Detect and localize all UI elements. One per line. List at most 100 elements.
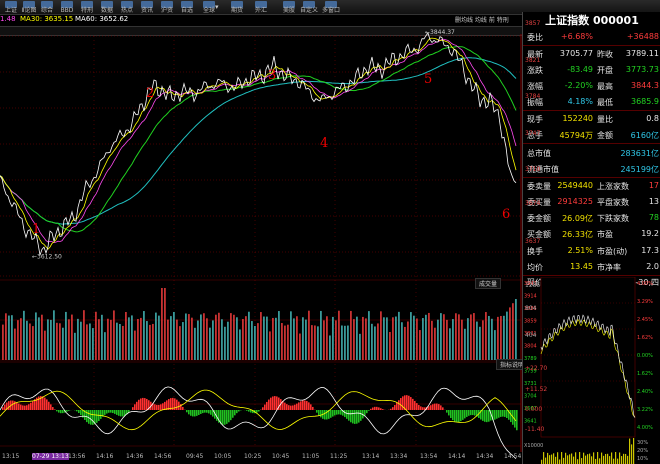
quote-separator — [523, 143, 660, 144]
volume-bar — [212, 320, 214, 360]
indicator-bar — [434, 403, 436, 410]
indicator-bar — [52, 407, 54, 410]
time-axis-label: 10:45 — [272, 453, 290, 460]
volume-bar — [494, 330, 496, 360]
price-chart[interactable]: ←3844.37 ←3612.50 — [0, 0, 522, 464]
indicator-bar — [270, 397, 272, 410]
volume-bar — [182, 322, 184, 360]
volume-bar — [104, 332, 106, 360]
volume-axis-label: 404 — [525, 332, 537, 339]
mini-right-axis-label: 1.62% — [637, 335, 653, 341]
volume-bar — [479, 326, 481, 360]
volume-bar — [449, 328, 451, 360]
mini-volume-bar — [579, 452, 581, 464]
quote-label: 开盘 — [597, 66, 613, 75]
volume-bar — [203, 313, 205, 360]
indicator-bar — [20, 404, 22, 410]
quote-row: 振幅 4.18% 最低 3685.9 — [523, 94, 660, 110]
volume-bar — [35, 312, 37, 360]
volume-axis-label: 804 — [525, 305, 537, 312]
indicator-bar — [372, 407, 374, 410]
volume-bar — [329, 335, 331, 360]
volume-bar — [122, 325, 124, 360]
volume-bar — [404, 326, 406, 360]
indicator-bar — [502, 410, 504, 417]
quote-value: 19.2 — [641, 229, 659, 238]
mini-volume-bar — [615, 452, 617, 464]
volume-bar — [413, 315, 415, 360]
price-axis-label: 3674 — [525, 200, 541, 207]
indicator-bar — [162, 403, 164, 410]
volume-bar — [155, 312, 157, 360]
wave-annotation: 1 — [32, 222, 41, 237]
indicator-bar — [236, 410, 238, 414]
volume-bar — [131, 315, 133, 360]
volume-bar — [101, 314, 103, 360]
volume-bar — [377, 323, 379, 360]
volume-bar — [269, 331, 271, 360]
volume-bar — [59, 323, 61, 360]
indicator-bar — [414, 400, 416, 410]
indicator-bar — [450, 410, 452, 419]
volume-bar — [509, 307, 511, 360]
indicator-bar — [440, 405, 442, 410]
volume-panel-label[interactable]: 成交量 — [475, 278, 502, 289]
indicator-bar — [138, 399, 140, 410]
indicator-bar — [446, 410, 448, 413]
indicator-bar — [442, 407, 444, 410]
indicator-bar — [410, 397, 412, 410]
mini-volume-bar — [543, 452, 545, 464]
quote-value: 13.45 — [570, 262, 593, 271]
quote-value: 4.18% — [567, 97, 593, 106]
indicator-bar — [292, 405, 294, 410]
mini-left-axis-label: 3859 — [524, 319, 537, 325]
mini-volume-bar — [629, 438, 631, 464]
quote-value: 26.33亿 — [562, 230, 593, 239]
indicator-bar — [290, 405, 292, 410]
quote-value: 3705.77 — [559, 49, 593, 58]
quote-label: 市净率 — [597, 263, 621, 272]
indicator-bar — [210, 410, 212, 415]
mini-volume-bar — [619, 452, 621, 464]
indicator-bar — [250, 410, 252, 413]
volume-bar — [185, 313, 187, 360]
volume-bar — [386, 317, 388, 360]
volume-bar — [83, 310, 85, 360]
volume-bar — [32, 326, 34, 360]
mini-volume-bar — [595, 458, 597, 464]
volume-bar — [278, 311, 280, 360]
indicator-bar — [96, 410, 98, 423]
indicator-bar — [400, 398, 402, 410]
time-axis-label: 11:05 — [302, 453, 320, 460]
indicator-bar — [402, 396, 404, 410]
time-axis-label: 13:34 — [390, 453, 408, 460]
indicator-bar — [266, 401, 268, 410]
indicator-bar — [62, 410, 64, 414]
mini-left-axis-label: 3641 — [524, 419, 537, 425]
quote-value: 283631亿 — [620, 149, 659, 158]
time-axis-label: 13:15 — [2, 453, 20, 460]
mini-volume-bar — [599, 458, 601, 464]
volume-bar — [305, 319, 307, 360]
indicator-bar — [86, 410, 88, 423]
indicator-bar — [66, 410, 68, 412]
mini-left-axis-label: 3914 — [524, 294, 537, 300]
volume-bar — [29, 323, 31, 360]
quote-value: 3789.11 — [625, 49, 659, 58]
indicator-bar — [186, 410, 188, 413]
time-axis-label: 13:14 — [362, 453, 380, 460]
quote-row: 均价 13.45 市净率 2.0 — [523, 259, 660, 275]
indicator-bar — [142, 397, 144, 410]
indicator-bar — [202, 410, 204, 414]
mini-volume-bar — [541, 459, 543, 464]
indicator-bar — [420, 406, 422, 410]
time-axis-label: 14:54 — [504, 453, 522, 460]
indicator-bar — [272, 396, 274, 410]
volume-bar — [431, 320, 433, 360]
volume-bar — [50, 319, 52, 360]
time-axis-label: 11:25 — [330, 453, 348, 460]
volume-bar — [14, 328, 16, 360]
indicator-bar — [352, 410, 354, 424]
volume-bar — [119, 324, 121, 360]
wave-annotation: 4 — [320, 136, 329, 151]
